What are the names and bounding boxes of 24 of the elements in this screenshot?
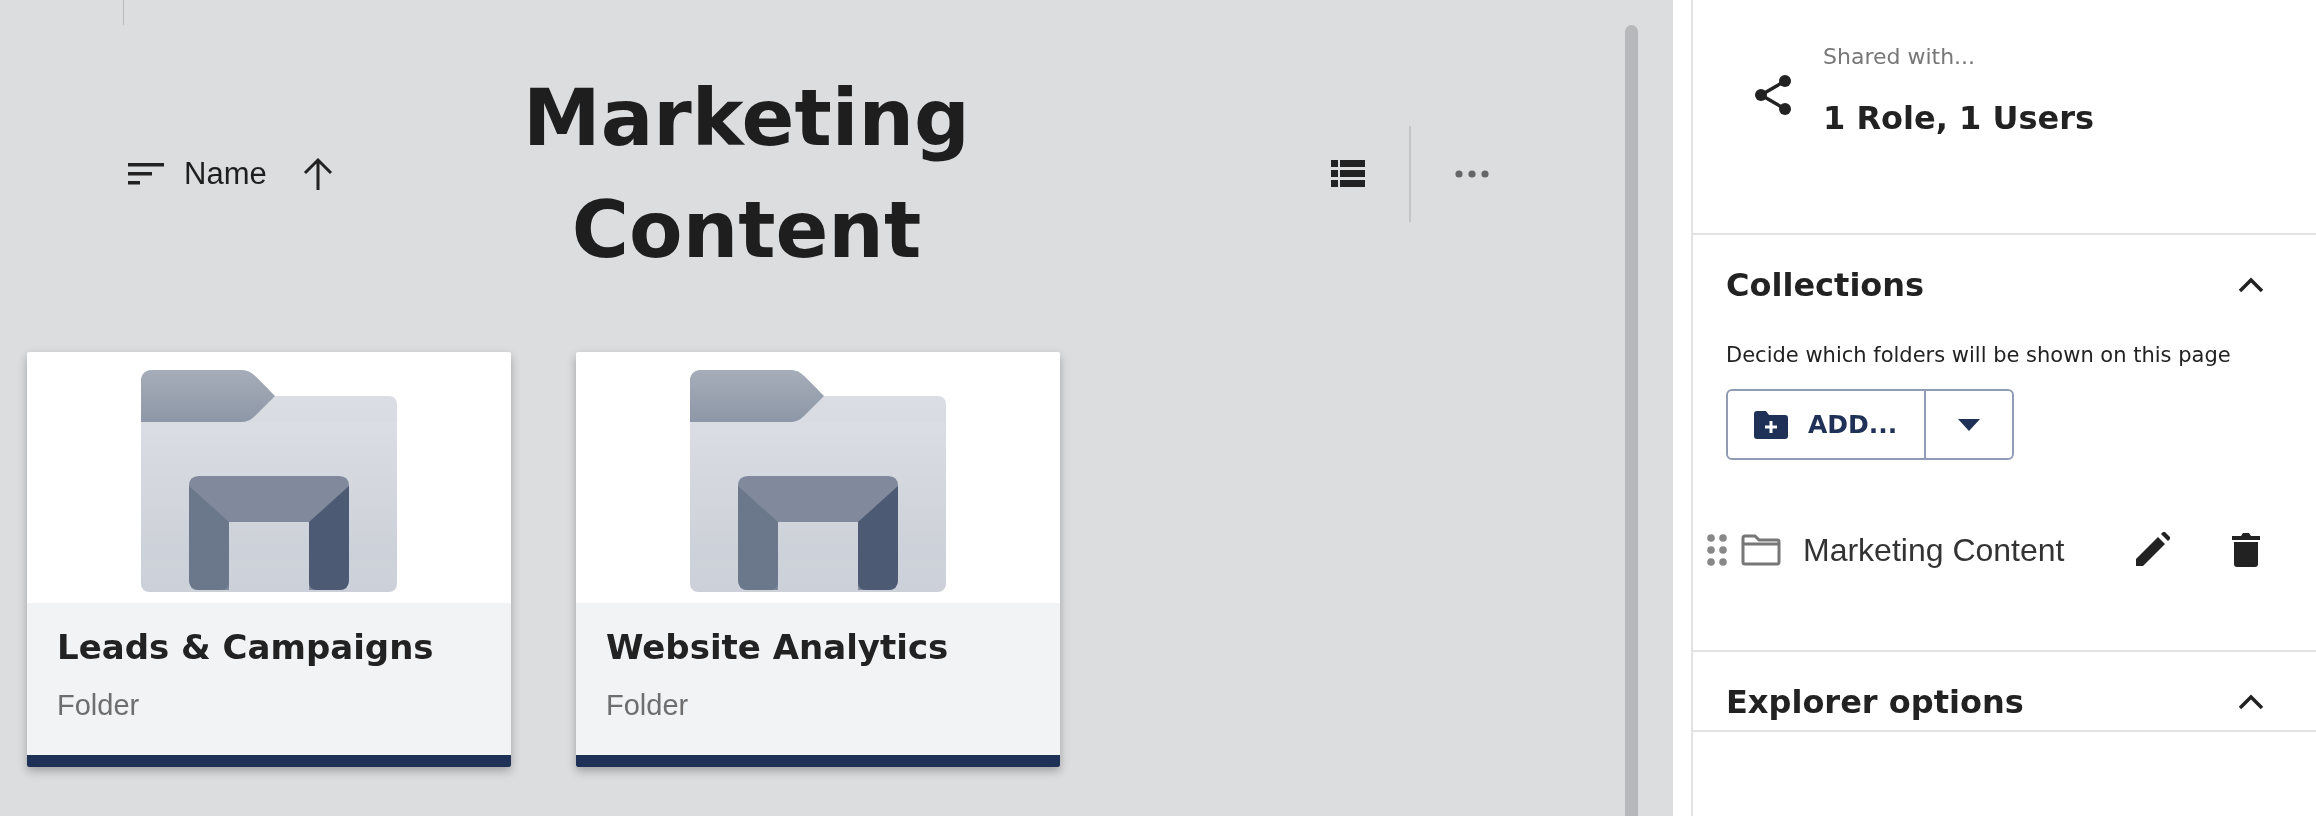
folder-add-icon — [1754, 410, 1788, 439]
shared-value: 1 Role, 1 Users — [1823, 99, 2094, 137]
collection-name: Marketing Content — [1803, 531, 2066, 569]
sort-label[interactable]: Name — [184, 156, 267, 192]
share-icon[interactable] — [1753, 74, 1793, 116]
page-title: Marketing Content — [522, 72, 971, 277]
add-button[interactable]: ADD... — [1728, 391, 1926, 458]
drag-handle-icon[interactable] — [1707, 534, 1727, 566]
card-title: Website Analytics — [606, 627, 950, 667]
caret-icon — [1958, 418, 1980, 431]
section-title[interactable]: Collections — [1726, 266, 1925, 304]
card-subtitle: Folder — [606, 689, 690, 722]
folder-card[interactable]: Leads & Campaigns Folder — [27, 352, 511, 767]
section-description: Decide which folders will be shown on this page — [1726, 342, 2232, 369]
folder-card[interactable]: Website Analytics Folder — [576, 352, 1060, 767]
chevron-icon[interactable] — [2238, 694, 2264, 710]
folder-icon — [1741, 534, 1781, 566]
chevron-icon[interactable] — [2238, 277, 2264, 293]
card-title: Leads & Campaigns — [57, 627, 435, 667]
card-subtitle: Folder — [57, 689, 141, 722]
section-title[interactable]: Explorer options — [1726, 683, 2024, 721]
scrollbar[interactable] — [1625, 25, 1638, 816]
shared-label: Shared with... — [1823, 44, 1977, 69]
sort-icon[interactable] — [128, 162, 164, 186]
